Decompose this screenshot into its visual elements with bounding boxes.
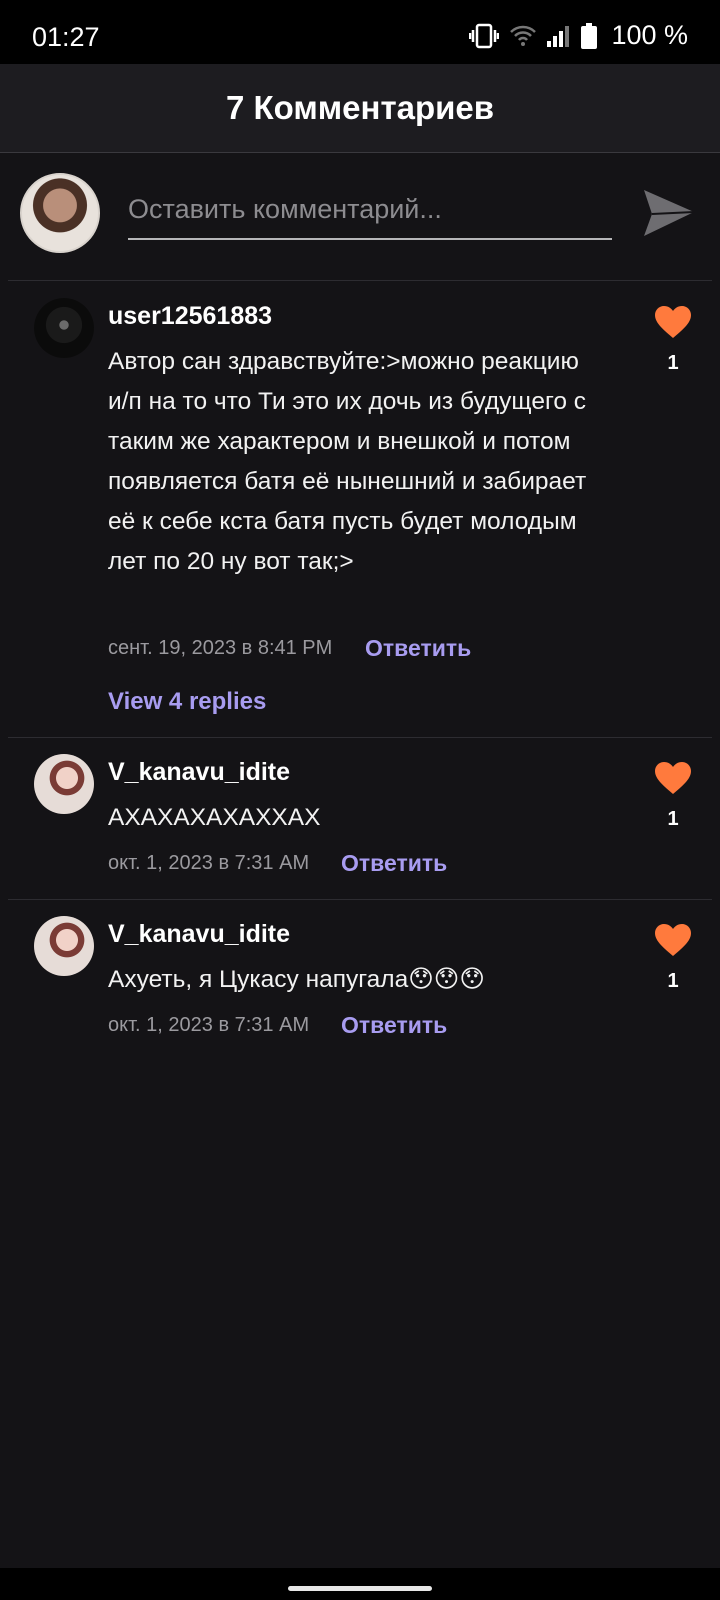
home-handle[interactable] bbox=[288, 1586, 432, 1591]
divider bbox=[8, 737, 712, 738]
status-bar: 01:27 100 % bbox=[0, 0, 720, 64]
reply-button[interactable]: Ответить bbox=[341, 1012, 447, 1039]
status-icons: 100 % bbox=[469, 20, 688, 51]
status-time: 01:27 bbox=[32, 22, 100, 52]
navigation-bar bbox=[0, 1568, 720, 1600]
signal-icon bbox=[547, 25, 571, 47]
reply-button[interactable]: Ответить bbox=[341, 850, 447, 877]
avatar bbox=[20, 173, 100, 253]
comment-text: Автор сан здравствуйте:>можно реакцию и/… bbox=[108, 348, 587, 575]
comment-text: АХАХАХАХАХХАХ bbox=[108, 804, 321, 831]
avatar[interactable] bbox=[34, 298, 94, 358]
heart-icon[interactable] bbox=[654, 923, 692, 957]
divider bbox=[8, 899, 712, 900]
comment-text: Ахуеть, я Цукасу напугала😯😯😯 bbox=[108, 966, 485, 993]
like-count: 1 bbox=[667, 808, 679, 830]
battery-level: 100 % bbox=[611, 20, 688, 50]
comment-input[interactable] bbox=[128, 180, 612, 240]
username[interactable]: user12561883 bbox=[108, 302, 272, 331]
comment-date: окт. 1, 2023 в 7:31 AM bbox=[108, 1014, 310, 1036]
avatar[interactable] bbox=[34, 754, 94, 814]
username[interactable]: V_kanavu_idite bbox=[108, 758, 290, 787]
reply-button[interactable]: Ответить bbox=[365, 635, 471, 662]
wifi-icon bbox=[509, 24, 537, 48]
avatar[interactable] bbox=[34, 916, 94, 976]
battery-icon bbox=[581, 22, 598, 49]
page-title: 7 Комментариев bbox=[225, 89, 495, 126]
view-replies-link[interactable]: View 4 replies bbox=[108, 688, 266, 716]
vibrate-icon bbox=[469, 23, 500, 49]
send-icon bbox=[644, 190, 695, 236]
like-count: 1 bbox=[667, 352, 679, 374]
heart-icon[interactable] bbox=[654, 761, 692, 795]
like-count: 1 bbox=[667, 970, 679, 992]
comments-header: 7 Комментариев bbox=[0, 64, 720, 153]
divider bbox=[8, 280, 712, 281]
send-button[interactable] bbox=[640, 184, 698, 242]
comment-date: сент. 19, 2023 в 8:41 PM bbox=[108, 637, 333, 659]
username[interactable]: V_kanavu_idite bbox=[108, 920, 290, 949]
heart-icon[interactable] bbox=[654, 305, 692, 339]
comment-date: окт. 1, 2023 в 7:31 AM bbox=[108, 852, 310, 874]
